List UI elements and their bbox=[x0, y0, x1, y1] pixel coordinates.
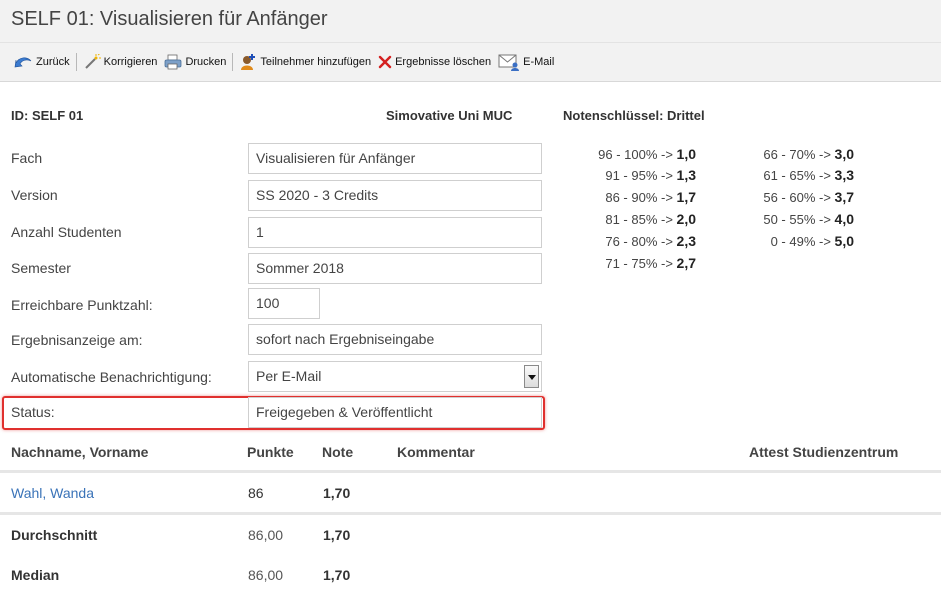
loeschen-label: Ergebnisse löschen bbox=[395, 56, 492, 68]
student-note: 1,70 bbox=[323, 485, 351, 501]
exam-id: ID: SELF 01 bbox=[11, 108, 84, 123]
student-punkte: 86 bbox=[248, 485, 264, 501]
column-header-name: Nachname, Vorname bbox=[11, 444, 149, 460]
grade-key-item: 0 - 49% -> 5,0 bbox=[770, 233, 854, 249]
status-field[interactable]: Freigegeben & Veröffentlicht bbox=[248, 397, 542, 428]
punktzahl-field[interactable]: 100 bbox=[248, 288, 320, 319]
teilnehmer-label: Teilnehmer hinzufügen bbox=[260, 56, 372, 68]
korrigieren-button[interactable]: Korrigieren bbox=[83, 54, 158, 70]
ergebnisanzeige-field[interactable]: sofort nach Ergebniseingabe bbox=[248, 324, 542, 355]
benachrichtigung-select[interactable]: Per E-Mail bbox=[248, 361, 542, 392]
fach-field[interactable]: Visualisieren für Anfänger bbox=[248, 143, 542, 174]
anzahl-studenten-label: Anzahl Studenten bbox=[11, 224, 122, 240]
toolbar-divider bbox=[75, 53, 77, 71]
benachrichtigung-selected-value: Per E-Mail bbox=[256, 368, 322, 384]
summary-label: Median bbox=[11, 567, 60, 583]
punktzahl-label: Erreichbare Punktzahl: bbox=[11, 297, 153, 313]
grade-key-title: Notenschlüssel: Drittel bbox=[563, 108, 705, 123]
ergebnisanzeige-label: Ergebnisanzeige am: bbox=[11, 332, 143, 348]
summary-punkte: 86,00 bbox=[248, 567, 284, 583]
summary-note: 1,70 bbox=[323, 567, 351, 583]
fach-label: Fach bbox=[11, 150, 43, 166]
university-name: Simovative Uni MUC bbox=[386, 108, 513, 123]
zurueck-button[interactable]: Zurück bbox=[13, 54, 70, 70]
add-user-icon bbox=[241, 54, 256, 70]
column-header-attest: Attest Studienzentrum bbox=[749, 444, 899, 460]
ergebnisse-loeschen-button[interactable]: Ergebnisse löschen bbox=[378, 55, 491, 69]
zurueck-label: Zurück bbox=[36, 56, 70, 68]
grade-key-item: 86 - 90% -> 1,7 bbox=[605, 189, 696, 205]
grade-key-item: 91 - 95% -> 1,3 bbox=[605, 167, 696, 183]
column-header-note: Note bbox=[322, 444, 354, 460]
email-label: E-Mail bbox=[523, 56, 555, 68]
anzahl-studenten-field[interactable]: 1 bbox=[248, 217, 542, 248]
toolbar-divider bbox=[232, 53, 234, 71]
version-field[interactable]: SS 2020 - 3 Credits bbox=[248, 180, 542, 211]
drucken-label: Drucken bbox=[185, 56, 227, 68]
grade-key-item: 71 - 75% -> 2,7 bbox=[605, 255, 696, 271]
printer-icon bbox=[165, 54, 182, 70]
grade-key-item: 61 - 65% -> 3,3 bbox=[763, 167, 854, 183]
grade-key-item: 56 - 60% -> 3,7 bbox=[763, 189, 854, 205]
grade-key-item: 81 - 85% -> 2,0 bbox=[605, 211, 696, 227]
student-name-link[interactable]: Wahl, Wanda bbox=[11, 485, 94, 501]
grade-key-item: 96 - 100% -> 1,0 bbox=[598, 146, 696, 162]
status-label: Status: bbox=[11, 404, 55, 420]
dropdown-arrow-icon[interactable] bbox=[524, 365, 539, 388]
version-label: Version bbox=[11, 187, 58, 203]
email-envelope-icon bbox=[498, 54, 520, 71]
page-header: SELF 01: Visualisieren für Anfänger bbox=[0, 0, 941, 42]
grade-key-item: 76 - 80% -> 2,3 bbox=[605, 233, 696, 249]
correct-wand-icon bbox=[84, 54, 101, 69]
column-header-kommentar: Kommentar bbox=[397, 444, 475, 460]
summary-label: Durchschnitt bbox=[11, 527, 98, 543]
drucken-button[interactable]: Drucken bbox=[164, 54, 226, 70]
toolbar: Zurück Korrigieren Drucken Teilnehmer hi… bbox=[0, 42, 941, 82]
column-header-punkte: Punkte bbox=[247, 444, 294, 460]
table-divider bbox=[0, 512, 941, 515]
back-arrow-icon bbox=[14, 57, 32, 68]
grade-key-item: 66 - 70% -> 3,0 bbox=[763, 146, 854, 162]
delete-x-icon bbox=[378, 55, 392, 69]
table-divider bbox=[0, 470, 941, 473]
grade-key-item: 50 - 55% -> 4,0 bbox=[763, 211, 854, 227]
semester-field[interactable]: Sommer 2018 bbox=[248, 253, 542, 284]
teilnehmer-hinzufuegen-button[interactable]: Teilnehmer hinzufügen bbox=[239, 53, 371, 71]
summary-note: 1,70 bbox=[323, 527, 351, 543]
semester-label: Semester bbox=[11, 260, 71, 276]
summary-punkte: 86,00 bbox=[248, 527, 284, 543]
korrigieren-label: Korrigieren bbox=[103, 56, 158, 68]
page-title: SELF 01: Visualisieren für Anfänger bbox=[11, 8, 328, 30]
email-button[interactable]: E-Mail bbox=[498, 53, 554, 71]
benachrichtigung-label: Automatische Benachrichtigung: bbox=[11, 369, 212, 385]
